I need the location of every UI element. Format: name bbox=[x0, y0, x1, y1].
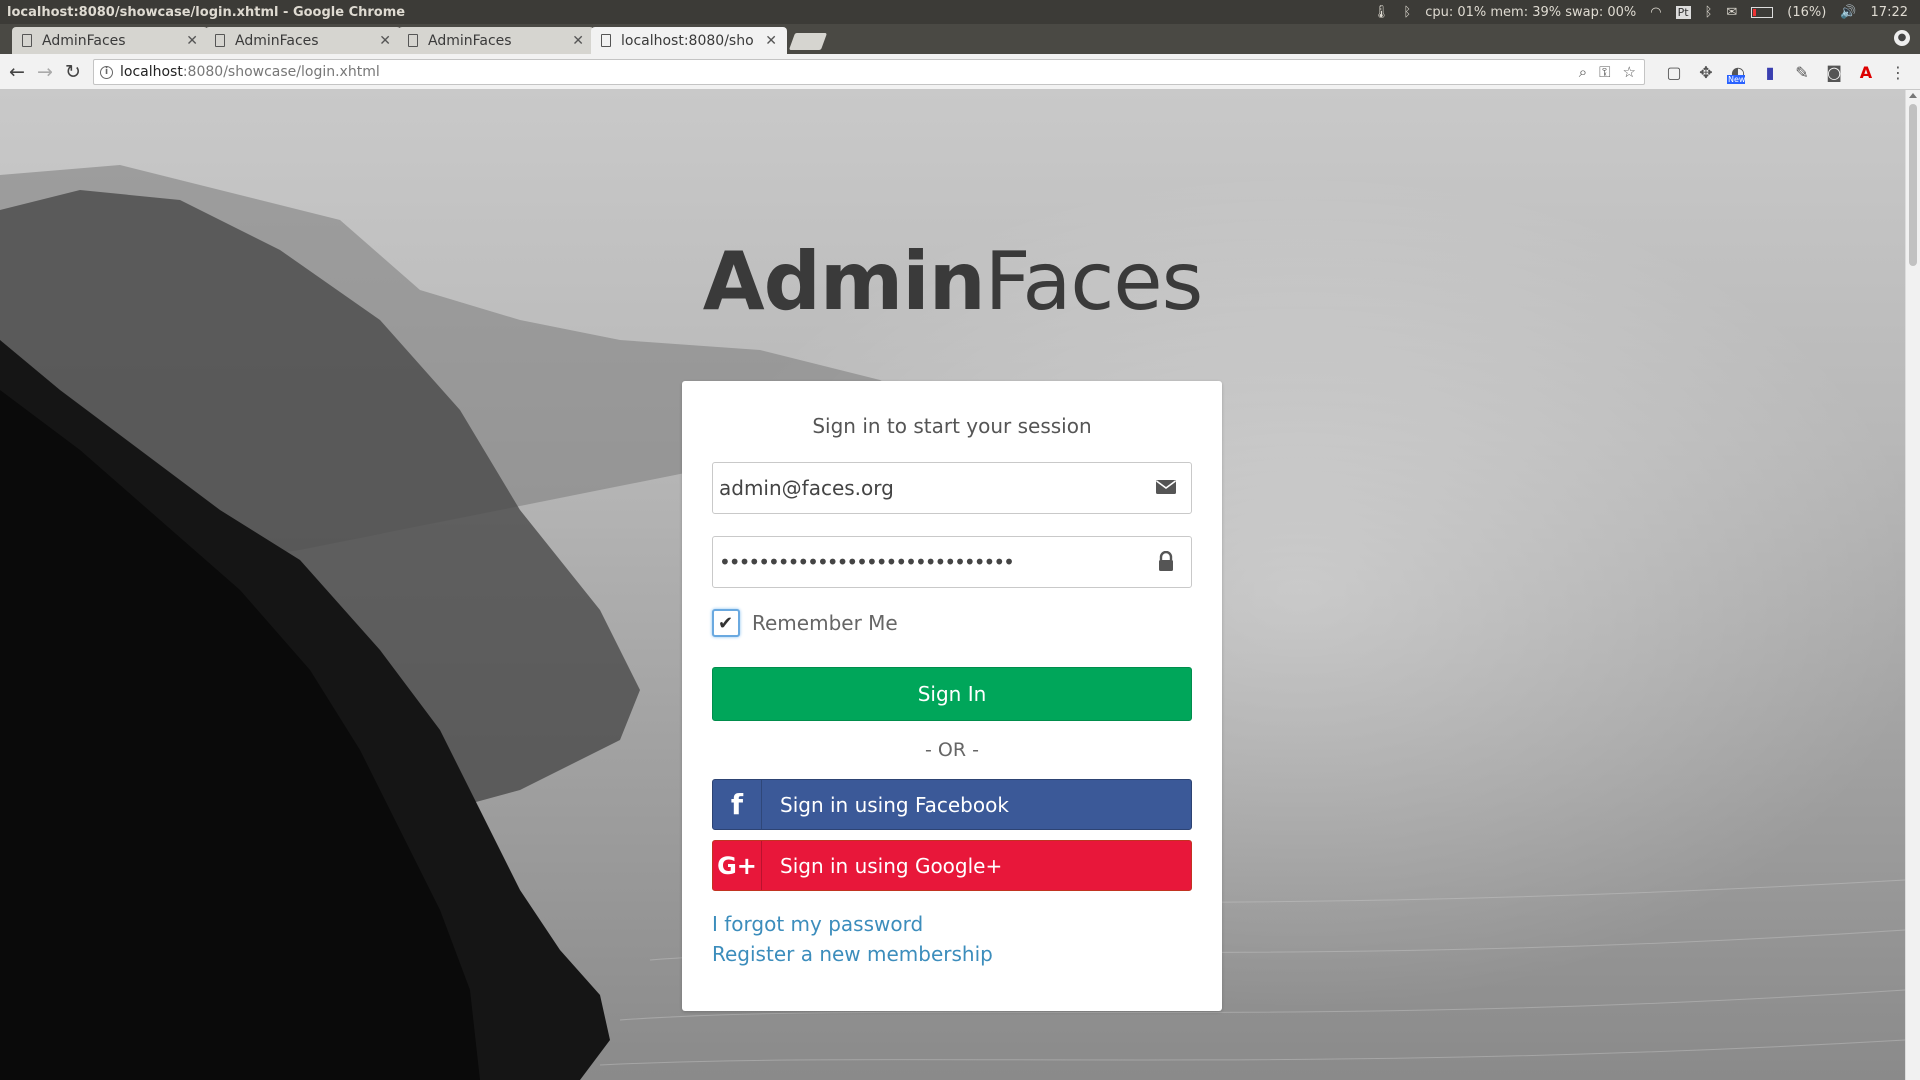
thermometer-icon[interactable]: 🌡 bbox=[1373, 5, 1390, 20]
keyboard-layout-indicator[interactable]: Pt bbox=[1675, 5, 1691, 19]
new-extension-icon[interactable]: ◐ New bbox=[1727, 63, 1747, 84]
reload-icon[interactable]: ↻ bbox=[61, 60, 85, 84]
page-viewport: AdminFaces Sign in to start your session… bbox=[0, 90, 1905, 1080]
remember-me-label[interactable]: Remember Me bbox=[752, 611, 898, 635]
clock[interactable]: 17:22 bbox=[1871, 5, 1908, 20]
close-icon[interactable]: ✕ bbox=[765, 33, 777, 49]
bluetooth-icon[interactable]: ᛒ bbox=[1403, 5, 1411, 20]
battery-icon[interactable] bbox=[1751, 6, 1774, 18]
google-sign-in-label: Sign in using Google+ bbox=[780, 853, 1003, 878]
browser-tab[interactable]: AdminFaces ✕ bbox=[12, 27, 208, 54]
url-text[interactable]: localhost:8080/showcase/login.xhtml bbox=[120, 64, 380, 80]
remember-me-row: ✔ Remember Me bbox=[712, 608, 1192, 638]
page-icon bbox=[22, 34, 32, 47]
browser-tab[interactable]: AdminFaces ✕ bbox=[398, 27, 594, 54]
tab-title: AdminFaces bbox=[235, 32, 319, 49]
page-scrollbar[interactable] bbox=[1905, 90, 1920, 1080]
os-top-bar: localhost:8080/showcase/login.xhtml - Go… bbox=[0, 0, 1920, 24]
volume-icon[interactable]: 🔊 bbox=[1840, 5, 1856, 20]
facebook-sign-in-button[interactable]: f Sign in using Facebook bbox=[712, 779, 1192, 830]
back-icon[interactable]: ← bbox=[5, 60, 29, 84]
extension-badge: New bbox=[1727, 75, 1746, 84]
key-icon[interactable]: ⚿ bbox=[1599, 63, 1610, 81]
remember-me-checkbox[interactable]: ✔ bbox=[712, 609, 740, 637]
register-link[interactable]: Register a new membership bbox=[712, 939, 1192, 969]
tab-title: AdminFaces bbox=[428, 32, 512, 49]
tab-title: AdminFaces bbox=[42, 32, 126, 49]
address-bar[interactable]: i localhost:8080/showcase/login.xhtml ⌕ … bbox=[93, 59, 1645, 85]
close-icon[interactable]: ✕ bbox=[572, 33, 584, 49]
account-links: I forgot my password Register a new memb… bbox=[712, 909, 1192, 969]
system-monitor-text[interactable]: cpu: 01% mem: 39% swap: 00% bbox=[1425, 5, 1636, 20]
brand-bold: Admin bbox=[702, 235, 986, 328]
browser-tab[interactable]: AdminFaces ✕ bbox=[205, 27, 401, 54]
wifi-icon[interactable]: ◠ bbox=[1650, 5, 1661, 20]
sign-in-button[interactable]: Sign In bbox=[712, 667, 1192, 721]
or-divider: - OR - bbox=[925, 739, 979, 761]
page-icon bbox=[601, 34, 611, 47]
facebook-icon: f bbox=[713, 780, 762, 829]
email-field[interactable] bbox=[712, 462, 1192, 514]
forward-icon[interactable]: → bbox=[33, 60, 57, 84]
browser-tab-active[interactable]: localhost:8080/sho ✕ bbox=[591, 27, 787, 54]
lock-icon bbox=[1159, 551, 1173, 571]
browser-toolbar: ← → ↻ i localhost:8080/showcase/login.xh… bbox=[0, 54, 1920, 90]
login-box: Sign in to start your session ✔ Remember… bbox=[682, 381, 1222, 1011]
menu-icon[interactable]: ⋮ bbox=[1889, 63, 1907, 82]
window-title: localhost:8080/showcase/login.xhtml - Go… bbox=[7, 4, 406, 20]
profile-icon[interactable]: ● bbox=[1894, 30, 1910, 46]
password-input[interactable] bbox=[719, 550, 1139, 574]
email-input[interactable] bbox=[719, 476, 1139, 500]
page-icon bbox=[215, 34, 225, 47]
new-tab-button[interactable] bbox=[788, 33, 828, 50]
page-icon bbox=[408, 34, 418, 47]
close-icon[interactable]: ✕ bbox=[186, 33, 198, 49]
mail-icon[interactable]: ✉ bbox=[1726, 5, 1737, 20]
scrollbar-thumb[interactable] bbox=[1909, 104, 1917, 266]
close-icon[interactable]: ✕ bbox=[379, 33, 391, 49]
battery-percent[interactable]: (16%) bbox=[1787, 5, 1826, 20]
info-icon[interactable]: i bbox=[100, 65, 113, 79]
login-message: Sign in to start your session bbox=[812, 414, 1092, 438]
google-plus-icon: G+ bbox=[713, 841, 762, 890]
camera-icon[interactable]: ◙ bbox=[1825, 63, 1843, 82]
password-field[interactable] bbox=[712, 536, 1192, 588]
check-icon: ✔ bbox=[718, 613, 734, 634]
zoom-icon[interactable]: ⌕ bbox=[1579, 63, 1587, 81]
bluetooth-icon[interactable]: ᛒ bbox=[1705, 5, 1713, 20]
envelope-icon bbox=[1156, 480, 1176, 494]
brand-thin: Faces bbox=[984, 235, 1204, 328]
brand-logo: AdminFaces bbox=[0, 235, 1905, 328]
move-extension-icon[interactable]: ✥ bbox=[1697, 63, 1715, 82]
screenshot-extension-icon[interactable]: ▢ bbox=[1665, 63, 1683, 82]
bookmark-extension-icon[interactable]: ▮ bbox=[1761, 63, 1779, 82]
scroll-up-icon[interactable] bbox=[1909, 93, 1917, 98]
forgot-password-link[interactable]: I forgot my password bbox=[712, 909, 1192, 939]
color-picker-icon[interactable]: ✎ bbox=[1793, 63, 1811, 82]
tab-strip: AdminFaces ✕ AdminFaces ✕ AdminFaces ✕ l… bbox=[0, 24, 1920, 54]
tab-title: localhost:8080/sho bbox=[621, 32, 754, 49]
google-sign-in-button[interactable]: G+ Sign in using Google+ bbox=[712, 840, 1192, 891]
facebook-sign-in-label: Sign in using Facebook bbox=[780, 792, 1009, 817]
star-icon[interactable]: ☆ bbox=[1623, 63, 1636, 81]
acrobat-icon[interactable]: A bbox=[1857, 63, 1875, 82]
